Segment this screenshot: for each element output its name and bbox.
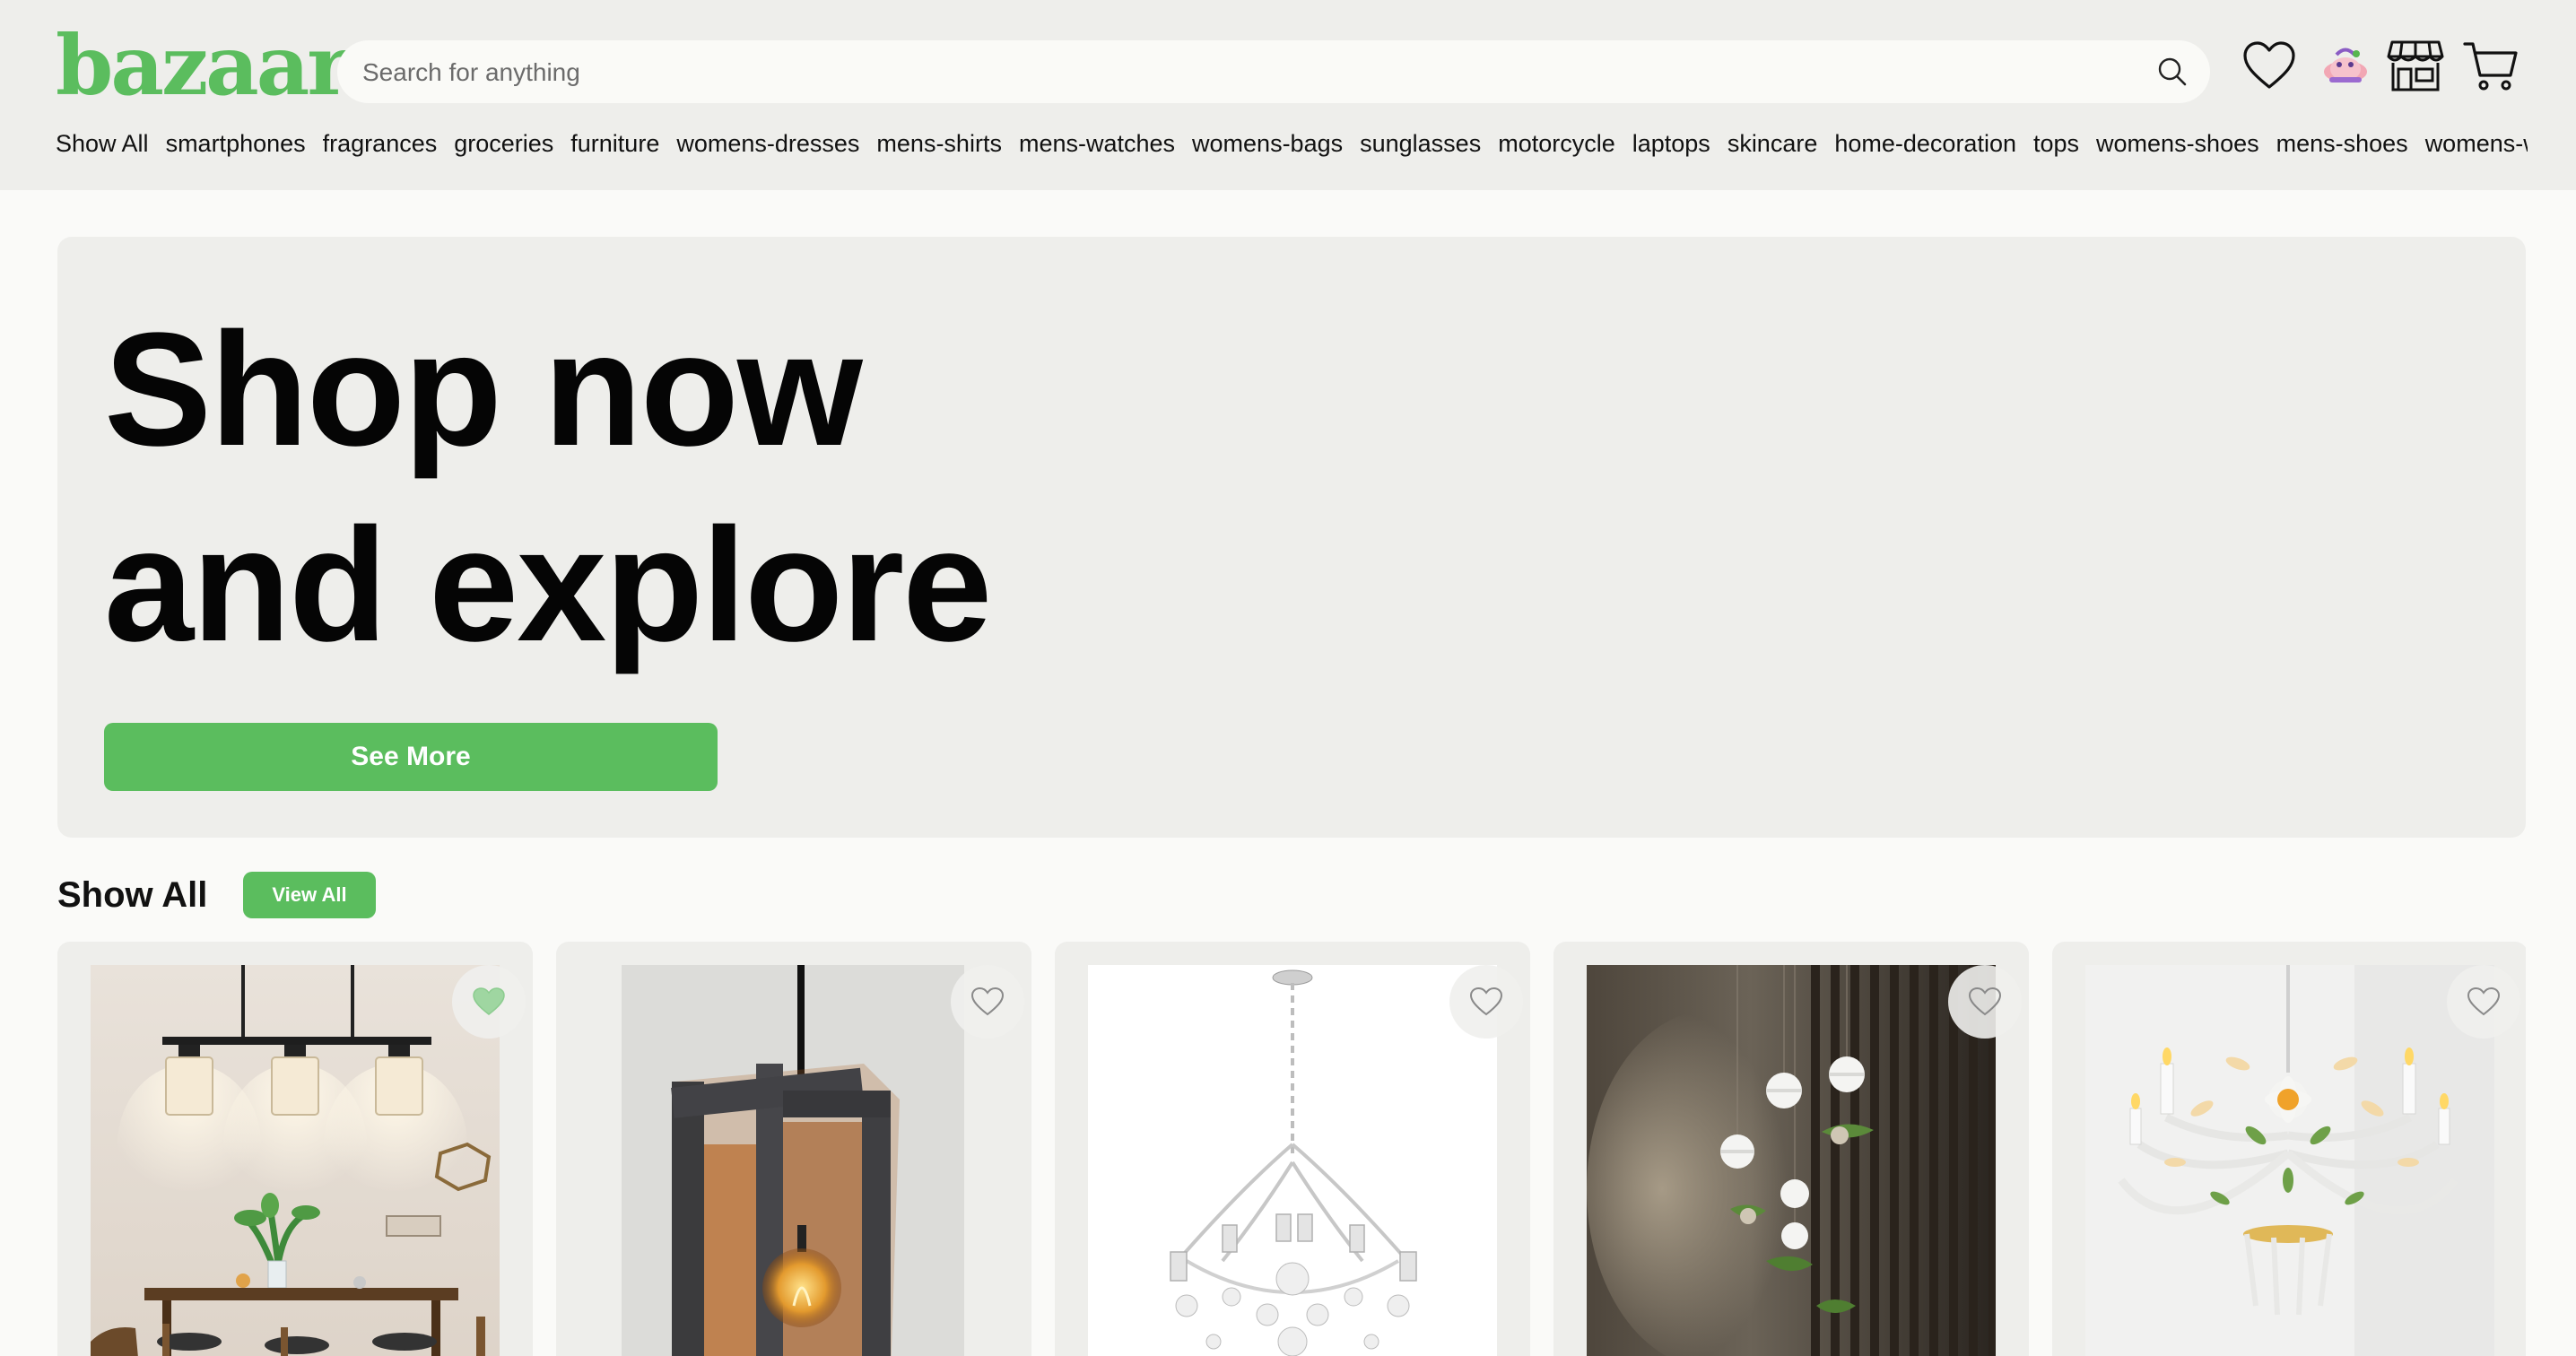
category-link-home-decoration[interactable]: home-decoration	[1834, 126, 2016, 161]
product-image	[91, 965, 500, 1356]
category-link-furniture[interactable]: furniture	[570, 126, 659, 161]
favorite-button[interactable]	[452, 965, 526, 1039]
category-link-tops[interactable]: tops	[2033, 126, 2079, 161]
favorite-button[interactable]	[1449, 965, 1523, 1039]
category-link-mens-shoes[interactable]: mens-shoes	[2276, 126, 2408, 161]
product-image	[1587, 965, 1996, 1356]
category-link-womens-watches[interactable]: womens-watches	[2425, 126, 2528, 161]
heart-icon	[473, 987, 505, 1015]
product-grid	[57, 942, 2526, 1356]
favorite-button[interactable]	[1948, 965, 2022, 1039]
category-nav: Show All smartphones fragrances grocerie…	[56, 126, 2528, 161]
logo[interactable]: bazaar	[56, 16, 351, 115]
heart-icon	[2467, 987, 2501, 1016]
category-link-smartphones[interactable]: smartphones	[166, 126, 306, 161]
hero-title-line-2: and explore	[104, 495, 992, 675]
site-header: bazaar Search for anything Show All smar…	[0, 0, 2576, 190]
category-link-mens-shirts[interactable]: mens-shirts	[876, 126, 1002, 161]
heart-icon	[970, 987, 1005, 1016]
category-link-laptops[interactable]: laptops	[1632, 126, 1710, 161]
product-image	[622, 965, 964, 1356]
heart-icon	[1968, 987, 2002, 1016]
category-link-sunglasses[interactable]: sunglasses	[1360, 126, 1481, 161]
favorite-button[interactable]	[951, 965, 1024, 1039]
view-all-button[interactable]: View All	[243, 872, 376, 918]
category-link-fragrances[interactable]: fragrances	[323, 126, 438, 161]
cart-icon[interactable]	[2461, 36, 2520, 95]
hero-title: Shop now and explore	[104, 292, 1360, 683]
product-card[interactable]	[1553, 942, 2029, 1356]
product-card[interactable]	[556, 942, 1031, 1356]
section-header: Show All View All	[57, 868, 376, 922]
store-icon[interactable]	[2386, 36, 2445, 95]
product-image	[1088, 965, 1497, 1356]
product-image	[2085, 965, 2494, 1356]
category-link-womens-shoes[interactable]: womens-shoes	[2096, 126, 2259, 161]
product-card[interactable]	[1055, 942, 1530, 1356]
category-link-womens-bags[interactable]: womens-bags	[1192, 126, 1343, 161]
category-link-motorcycle[interactable]: motorcycle	[1498, 126, 1615, 161]
heart-icon	[1469, 987, 1503, 1016]
section-title: Show All	[57, 874, 208, 915]
hero-banner: Shop now and explore See More	[57, 237, 2526, 838]
heart-icon[interactable]	[2240, 36, 2299, 95]
category-link-skincare[interactable]: skincare	[1727, 126, 1818, 161]
category-link-mens-watches[interactable]: mens-watches	[1019, 126, 1175, 161]
favorite-button[interactable]	[2447, 965, 2520, 1039]
product-card[interactable]	[57, 942, 533, 1356]
category-link-groceries[interactable]: groceries	[454, 126, 553, 161]
product-card[interactable]	[2052, 942, 2526, 1356]
hero-title-line-1: Shop now	[104, 300, 863, 480]
search-bar	[337, 40, 2210, 105]
category-link-womens-dresses[interactable]: womens-dresses	[676, 126, 859, 161]
see-more-button[interactable]: See More	[104, 723, 718, 791]
avatar[interactable]	[2316, 36, 2375, 95]
search-icon[interactable]	[2153, 52, 2192, 91]
category-link-show-all[interactable]: Show All	[56, 126, 149, 161]
search-input[interactable]	[361, 40, 2122, 105]
